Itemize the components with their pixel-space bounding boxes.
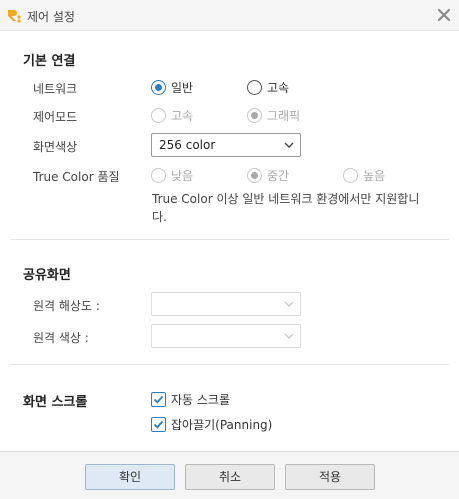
radio-label: 중간: [267, 169, 290, 183]
checkbox-label: 잡아끌기(Panning): [171, 418, 273, 432]
close-icon[interactable]: [435, 6, 453, 24]
check-icon: [153, 395, 164, 404]
radio-label: 고속: [267, 81, 290, 95]
basic-section-title: 기본 연결: [23, 54, 76, 69]
screen-color-value: 256 color: [159, 138, 216, 152]
control-mode-radio-fast: 고속: [151, 107, 193, 124]
radio-indicator: [247, 108, 262, 123]
cancel-button[interactable]: 취소: [185, 464, 275, 490]
radio-indicator: [151, 168, 166, 183]
radio-indicator: [151, 80, 166, 95]
radio-label: 낮음: [171, 169, 194, 183]
network-label: 네트워크: [33, 82, 78, 96]
scroll-section-title: 화면 스크롤: [23, 395, 88, 410]
divider: [10, 239, 449, 240]
screen-color-label: 화면색상: [33, 140, 78, 154]
truecolor-radio-mid: 중간: [247, 167, 289, 184]
rc-logo-icon: [8, 10, 21, 23]
radio-label: 높음: [363, 169, 386, 183]
shared-section-title: 공유화면: [23, 268, 71, 283]
divider: [10, 364, 449, 365]
window-title: 제어 설정: [27, 10, 75, 24]
checkbox-label: 자동 스크롤: [171, 393, 231, 407]
dialog-footer: 확인 취소 적용: [0, 451, 459, 499]
radio-label: 그래픽: [267, 109, 301, 123]
auto-scroll-checkbox[interactable]: 자동 스크롤: [151, 391, 230, 408]
control-mode-radio-graphic: 그래픽: [247, 107, 300, 124]
truecolor-label: True Color 품질: [33, 170, 120, 184]
radio-indicator: [247, 168, 262, 183]
checkbox-indicator: [151, 392, 166, 407]
checkbox-indicator: [151, 417, 166, 432]
check-icon: [153, 420, 164, 429]
apply-button[interactable]: 적용: [285, 464, 375, 490]
screen-color-select[interactable]: 256 color: [151, 133, 301, 157]
remote-resolution-label: 원격 해상도 :: [33, 299, 100, 313]
control-mode-label: 제어모드: [33, 110, 78, 124]
radio-indicator: [343, 168, 358, 183]
truecolor-note: True Color 이상 일반 네트워크 환경에서만 지원합니다.: [152, 192, 420, 224]
chevron-down-icon: [284, 301, 294, 307]
panning-checkbox[interactable]: 잡아끌기(Panning): [151, 416, 272, 433]
title-bar: 제어 설정: [0, 0, 459, 31]
remote-resolution-select: [151, 292, 301, 316]
radio-indicator: [151, 108, 166, 123]
remote-color-label: 원격 색상 :: [33, 331, 89, 345]
network-radio-normal[interactable]: 일반: [151, 79, 193, 96]
remote-color-select: [151, 324, 301, 348]
radio-indicator: [247, 80, 262, 95]
network-radio-fast[interactable]: 고속: [247, 79, 289, 96]
truecolor-radio-low: 낮음: [151, 167, 193, 184]
truecolor-radio-high: 높음: [343, 167, 385, 184]
chevron-down-icon: [284, 142, 294, 148]
radio-label: 고속: [171, 109, 194, 123]
ok-button[interactable]: 확인: [85, 464, 175, 490]
radio-label: 일반: [171, 81, 194, 95]
chevron-down-icon: [284, 333, 294, 339]
